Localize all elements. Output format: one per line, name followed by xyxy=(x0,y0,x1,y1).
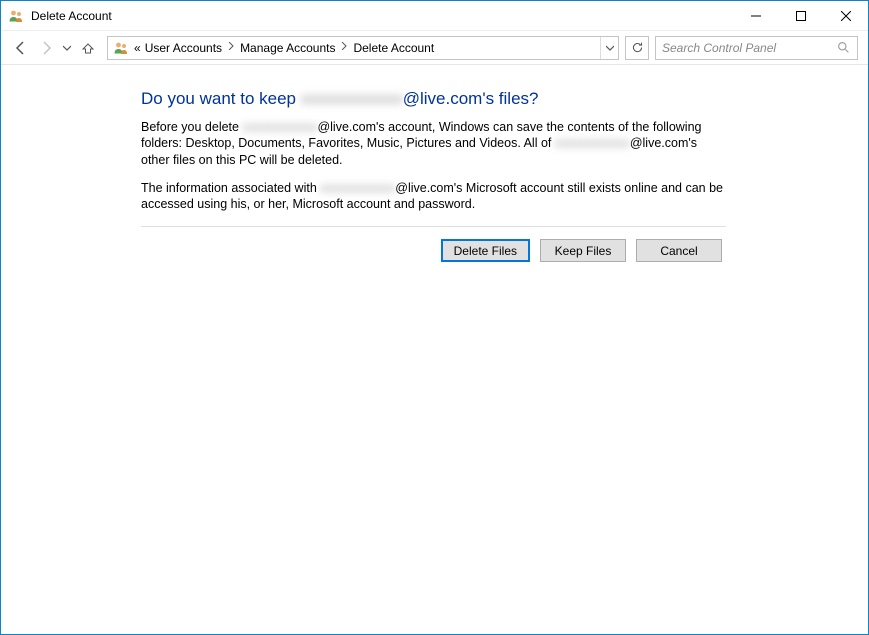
address-bar[interactable]: « User Accounts Manage Accounts Delete A… xyxy=(107,36,619,60)
content-area: Do you want to keep xxxxxxxxxxxx@live.co… xyxy=(1,65,868,262)
redacted-text: xxxxxxxxxxxx xyxy=(555,136,630,150)
search-icon[interactable] xyxy=(835,40,851,56)
breadcrumb-item[interactable]: Delete Account xyxy=(351,41,436,55)
redacted-text: xxxxxxxxxxxx xyxy=(242,120,317,134)
window-controls xyxy=(733,1,868,30)
chevron-right-icon[interactable] xyxy=(337,42,351,53)
search-box[interactable] xyxy=(655,36,858,60)
address-dropdown[interactable] xyxy=(600,37,618,59)
window-title: Delete Account xyxy=(31,9,733,23)
divider xyxy=(141,226,726,227)
button-row: Delete Files Keep Files Cancel xyxy=(141,239,726,262)
redacted-text: xxxxxxxxxxxx xyxy=(320,181,395,195)
minimize-button[interactable] xyxy=(733,1,778,30)
refresh-button[interactable] xyxy=(625,36,649,60)
close-button[interactable] xyxy=(823,1,868,30)
up-button[interactable] xyxy=(78,38,98,58)
user-accounts-icon xyxy=(112,39,130,57)
toolbar: « User Accounts Manage Accounts Delete A… xyxy=(1,31,868,65)
info-paragraph: The information associated with xxxxxxxx… xyxy=(141,180,726,213)
delete-files-button[interactable]: Delete Files xyxy=(441,239,530,262)
keep-files-button[interactable]: Keep Files xyxy=(540,239,626,262)
breadcrumb-item[interactable]: Manage Accounts xyxy=(238,41,337,55)
cancel-button[interactable]: Cancel xyxy=(636,239,722,262)
title-bar: Delete Account xyxy=(1,1,868,31)
page-heading: Do you want to keep xxxxxxxxxxxx@live.co… xyxy=(141,89,726,109)
forward-button[interactable] xyxy=(36,38,56,58)
redacted-text: xxxxxxxxxxxx xyxy=(301,89,403,108)
heading-suffix: @live.com's files? xyxy=(403,89,539,108)
search-input[interactable] xyxy=(662,41,835,55)
back-button[interactable] xyxy=(11,38,31,58)
chevron-right-icon[interactable] xyxy=(224,42,238,53)
breadcrumb-item[interactable]: User Accounts xyxy=(143,41,224,55)
maximize-button[interactable] xyxy=(778,1,823,30)
user-accounts-icon xyxy=(7,7,25,25)
breadcrumb-prefix: « xyxy=(132,41,143,55)
recent-locations-button[interactable] xyxy=(61,38,73,58)
description-paragraph: Before you delete xxxxxxxxxxxx@live.com'… xyxy=(141,119,726,168)
heading-prefix: Do you want to keep xyxy=(141,89,301,108)
